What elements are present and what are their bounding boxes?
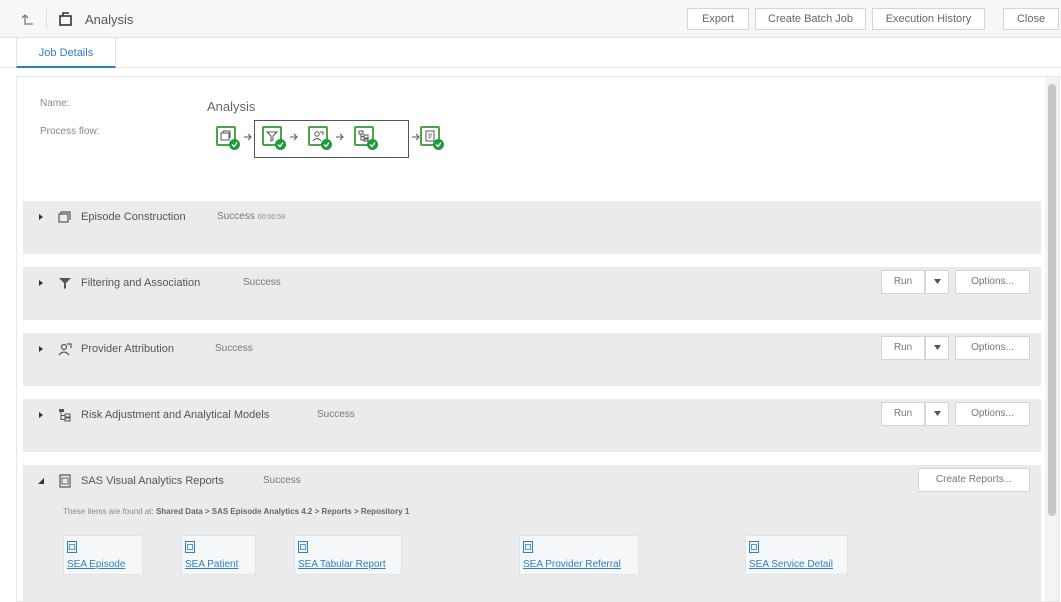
back-icon[interactable] (21, 11, 37, 27)
run-button[interactable]: Run (881, 270, 925, 294)
report-link[interactable]: SEA Episode (67, 559, 125, 570)
panel-title: Filtering and Association (81, 277, 201, 289)
job-details-content: Name: Analysis Process flow: Episode Con… (16, 76, 1060, 602)
chevron-down-icon (934, 279, 941, 284)
run-dropdown-button[interactable] (925, 402, 949, 426)
report-file-icon (749, 541, 759, 553)
tab-job-details[interactable]: Job Details (16, 38, 116, 68)
panel-status: Success (243, 277, 281, 288)
report-tile-sea-tabular-report[interactable]: SEA Tabular Report (294, 535, 402, 575)
expand-caret-icon[interactable] (37, 345, 45, 353)
vertical-scrollbar[interactable] (1045, 77, 1059, 601)
report-file-icon (298, 541, 308, 553)
options-button[interactable]: Options... (955, 402, 1030, 426)
reports-location-text: These items are found at: Shared Data > … (63, 507, 410, 516)
episode-icon (58, 211, 71, 223)
options-button[interactable]: Options... (955, 336, 1030, 360)
panel-title: Episode Construction (81, 211, 186, 223)
job-name-value: Analysis (207, 99, 256, 114)
panel-status: Success (215, 343, 253, 354)
name-label: Name: (40, 98, 70, 109)
report-tile-sea-episode[interactable]: SEA Episode (63, 535, 143, 575)
report-tile-sea-service-detail[interactable]: SEA Service Detail (745, 535, 848, 575)
report-link[interactable]: SEA Provider Referral (523, 559, 621, 570)
flow-node-filtering[interactable] (262, 126, 286, 150)
analysis-job-icon (59, 12, 72, 26)
page-title: Analysis (85, 12, 134, 27)
process-flow-label: Process flow: (40, 126, 100, 137)
tab-bar (0, 38, 1061, 68)
report-tile-sea-provider-referral[interactable]: SEA Provider Referral (519, 535, 639, 575)
success-check-icon (433, 139, 444, 150)
panel-title: Provider Attribution (81, 343, 174, 355)
panel-elapsed-time: 00:00:59 (257, 214, 286, 221)
report-file-icon (523, 541, 533, 553)
flow-node-provider[interactable] (308, 126, 332, 150)
success-check-icon (321, 139, 332, 150)
expand-caret-icon[interactable] (37, 411, 45, 419)
execution-history-button[interactable]: Execution History (872, 8, 985, 30)
report-file-icon (185, 541, 195, 553)
options-button[interactable]: Options... (955, 270, 1030, 294)
create-reports-button[interactable]: Create Reports... (918, 468, 1030, 492)
run-dropdown-button[interactable] (925, 336, 949, 360)
close-button[interactable]: Close (1003, 8, 1059, 30)
flow-arrow-icon (290, 133, 298, 141)
flow-node-risk-models[interactable] (354, 126, 378, 150)
collapse-caret-icon[interactable] (37, 477, 45, 485)
panel-filtering-association: Filtering and Association Success Run Op… (23, 267, 1041, 320)
process-flow-diagram (213, 120, 444, 160)
toolbar-separator (46, 9, 47, 29)
success-check-icon (229, 139, 240, 150)
panel-status: Success 00:00:59 (217, 211, 286, 222)
panel-provider-attribution: Provider Attribution Success Run Options… (23, 333, 1041, 386)
provider-icon (58, 343, 72, 356)
run-button[interactable]: Run (881, 336, 925, 360)
flow-node-episode[interactable] (216, 126, 240, 150)
reports-folder-path: Shared Data > SAS Episode Analytics 4.2 … (155, 507, 410, 516)
panel-sas-visual-analytics-reports: SAS Visual Analytics Reports Success Cre… (23, 465, 1041, 601)
report-tile-sea-patient[interactable]: SEA Patient (181, 535, 256, 575)
create-batch-job-button[interactable]: Create Batch Job (755, 8, 866, 30)
filter-icon (59, 278, 71, 289)
report-link[interactable]: SEA Patient (185, 559, 238, 570)
expand-caret-icon[interactable] (37, 279, 45, 287)
risk-model-icon (59, 409, 71, 422)
chevron-down-icon (934, 411, 941, 416)
report-icon (59, 474, 71, 488)
flow-arrow-icon (244, 133, 252, 141)
flow-arrow-icon (336, 133, 344, 141)
panel-status: Success (317, 409, 355, 420)
report-link[interactable]: SEA Tabular Report (298, 559, 386, 570)
run-dropdown-button[interactable] (925, 270, 949, 294)
top-toolbar: Analysis Export Create Batch Job Executi… (0, 0, 1061, 38)
success-check-icon (367, 139, 378, 150)
report-file-icon (67, 541, 77, 553)
panel-title: SAS Visual Analytics Reports (81, 475, 224, 487)
success-check-icon (275, 139, 286, 150)
flow-node-reports[interactable] (420, 126, 444, 150)
export-button[interactable]: Export (687, 8, 749, 30)
expand-caret-icon[interactable] (37, 213, 45, 221)
panel-status: Success (263, 475, 301, 486)
panel-risk-adjustment: Risk Adjustment and Analytical Models Su… (23, 399, 1041, 452)
scrollbar-thumb[interactable] (1048, 84, 1056, 516)
chevron-down-icon (934, 345, 941, 350)
run-button[interactable]: Run (881, 402, 925, 426)
flow-arrow-icon (412, 133, 420, 141)
report-link[interactable]: SEA Service Detail (749, 559, 833, 570)
panel-title: Risk Adjustment and Analytical Models (81, 409, 270, 421)
panel-episode-construction: Episode Construction Success 00:00:59 (23, 201, 1041, 254)
